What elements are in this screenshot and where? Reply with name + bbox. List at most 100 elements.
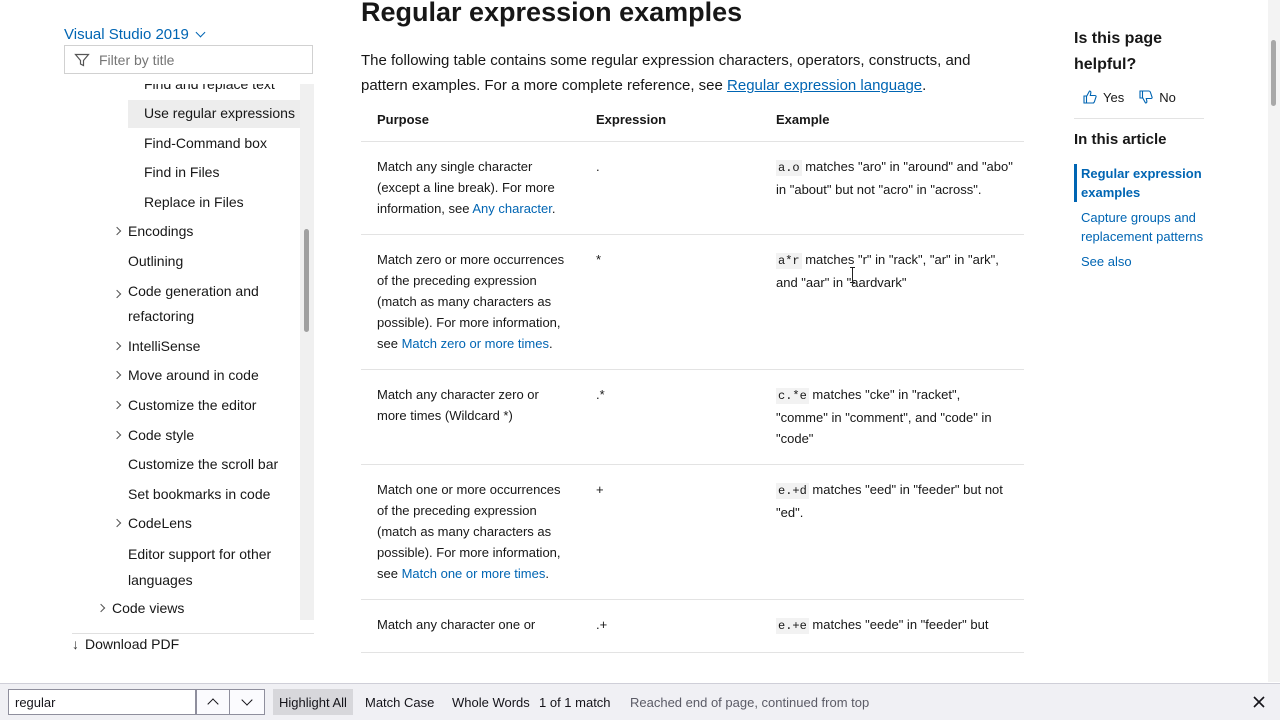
find-next-button[interactable] bbox=[230, 689, 265, 715]
table-row: Match one or more occurrences of the pre… bbox=[361, 464, 1024, 600]
toc-item-label: Code generation and bbox=[128, 283, 259, 299]
chevron-right-icon bbox=[112, 430, 122, 440]
toc-item-customize-the-editor[interactable]: Customize the editor bbox=[112, 397, 256, 413]
toc-item-find-and-replace-text[interactable]: Find and replace text bbox=[144, 84, 275, 92]
regex-language-link[interactable]: Regular expression language bbox=[727, 77, 922, 94]
purpose-link[interactable]: Match one or more times bbox=[402, 566, 546, 581]
toc-item-set-bookmarks-in-code[interactable]: Set bookmarks in code bbox=[128, 486, 270, 502]
find-previous-button[interactable] bbox=[196, 689, 230, 715]
intro-end: . bbox=[922, 77, 927, 94]
example-code: a*r bbox=[776, 253, 802, 269]
article-link-capture-groups[interactable]: Capture groups and replacement patterns bbox=[1074, 208, 1209, 246]
toc-item-code-views[interactable]: Code views bbox=[96, 600, 184, 616]
toc-item-find-in-files[interactable]: Find in Files bbox=[144, 164, 219, 180]
toc-item-replace-in-files[interactable]: Replace in Files bbox=[144, 194, 244, 210]
toc-item-code-style[interactable]: Code style bbox=[112, 427, 195, 443]
in-this-article-heading: In this article bbox=[1074, 131, 1167, 148]
regex-examples-table: Purpose Expression Example Match any sin… bbox=[361, 104, 1024, 653]
article-link-see-also[interactable]: See also bbox=[1074, 252, 1209, 271]
table-row: Match any character one or .+ e.+e match… bbox=[361, 599, 1024, 653]
chevron-right-icon bbox=[112, 400, 122, 410]
expression-cell: .* bbox=[580, 369, 760, 465]
toc-item-label: Use regular expressions bbox=[144, 105, 295, 121]
chevron-right-icon bbox=[112, 370, 122, 380]
article-link-regex-examples[interactable]: Regular expression examples bbox=[1074, 164, 1209, 202]
find-bar: Highlight All Match Case Whole Words 1 o… bbox=[0, 683, 1280, 720]
chevron-right-icon bbox=[96, 603, 106, 613]
chevron-down-icon bbox=[241, 694, 253, 706]
toc-item-label: Code style bbox=[128, 427, 195, 443]
find-input[interactable] bbox=[8, 689, 196, 715]
toc-item-label: IntelliSense bbox=[128, 338, 201, 354]
toc-item-code-generation[interactable]: Code generation and refactoring bbox=[112, 283, 259, 329]
text-cursor-icon bbox=[850, 267, 856, 283]
example-text: matches "r" in "rack", "ar" in "ark", an… bbox=[776, 252, 999, 290]
example-cell: c.*e matches "cke" in "racket", "comme" … bbox=[760, 369, 1024, 465]
no-button[interactable]: No bbox=[1138, 89, 1176, 105]
close-icon[interactable] bbox=[1250, 693, 1268, 711]
highlight-all-label: Highlight All bbox=[279, 694, 347, 710]
whole-words-toggle[interactable]: Whole Words bbox=[452, 695, 530, 710]
toc-scrollbar[interactable] bbox=[300, 84, 314, 620]
yes-label: Yes bbox=[1103, 89, 1125, 105]
table-row: Match any single character (except a lin… bbox=[361, 141, 1024, 235]
purpose-cell: Match any single character (except a lin… bbox=[361, 141, 580, 235]
example-cell: e.+d matches "eed" in "feeder" but not "… bbox=[760, 464, 1024, 600]
example-code: c.*e bbox=[776, 388, 809, 404]
chevron-right-icon bbox=[112, 289, 122, 299]
purpose-cell: Match any character zero or more times (… bbox=[361, 369, 580, 465]
page-scrollbar[interactable] bbox=[1268, 0, 1280, 682]
toc-item-label: Outlining bbox=[128, 253, 184, 269]
expression-cell: .+ bbox=[580, 599, 760, 653]
toc-item-editor-support[interactable]: Editor support for other languages bbox=[128, 545, 271, 593]
purpose-end: . bbox=[551, 201, 556, 216]
toc-item-label: Set bookmarks in code bbox=[128, 486, 271, 502]
match-case-toggle[interactable]: Match Case bbox=[365, 695, 434, 710]
no-label: No bbox=[1159, 89, 1176, 105]
example-text: matches "aro" in "around" and "abo" in "… bbox=[776, 159, 1013, 197]
toc-item-outlining[interactable]: Outlining bbox=[128, 253, 183, 269]
table-header-row: Purpose Expression Example bbox=[361, 104, 1024, 142]
purpose-link[interactable]: Any character bbox=[472, 201, 552, 216]
version-label: Visual Studio 2019 bbox=[64, 26, 189, 43]
toc-tree: Find and replace text Use regular expres… bbox=[64, 84, 300, 620]
toc-item-label: Encodings bbox=[128, 223, 194, 239]
toc-item-find-command-box[interactable]: Find-Command box bbox=[144, 135, 267, 151]
example-cell: a*r matches "r" in "rack", "ar" in "ark"… bbox=[760, 234, 1024, 370]
toc-item-intellisense[interactable]: IntelliSense bbox=[112, 338, 201, 354]
table-row: Match zero or more occurrences of the pr… bbox=[361, 234, 1024, 370]
purpose-cell: Match any character one or bbox=[361, 599, 580, 653]
toc-item-encodings[interactable]: Encodings bbox=[112, 223, 194, 239]
purpose-text: Match any character zero or more times (… bbox=[377, 387, 539, 423]
page-scrollbar-thumb[interactable] bbox=[1271, 40, 1276, 106]
toc-item-label-line2: refactoring bbox=[128, 308, 195, 324]
filter-input[interactable] bbox=[99, 51, 299, 68]
purpose-link[interactable]: Match zero or more times bbox=[402, 336, 549, 351]
toc-scrollbar-thumb[interactable] bbox=[304, 229, 309, 332]
toc-item-codelens[interactable]: CodeLens bbox=[112, 515, 192, 531]
toc-item-use-regular-expressions[interactable]: Use regular expressions bbox=[144, 105, 295, 121]
purpose-cell: Match one or more occurrences of the pre… bbox=[361, 464, 580, 600]
download-pdf-link[interactable]: ↓ Download PDF bbox=[72, 633, 314, 652]
example-text: matches "eed" in "feeder" but not "ed". bbox=[776, 482, 1003, 520]
version-selector[interactable]: Visual Studio 2019 bbox=[64, 26, 206, 43]
highlight-all-toggle[interactable]: Highlight All bbox=[273, 689, 353, 715]
toc-item-label: Find and replace text bbox=[144, 84, 275, 92]
match-case-label: Match Case bbox=[365, 695, 435, 710]
find-status-message: Reached end of page, continued from top bbox=[630, 695, 870, 710]
chevron-up-icon bbox=[207, 698, 219, 710]
chevron-down-icon bbox=[195, 27, 206, 38]
toc-item-move-around-in-code[interactable]: Move around in code bbox=[112, 367, 259, 383]
toc-item-customize-the-scroll-bar[interactable]: Customize the scroll bar bbox=[128, 456, 278, 472]
yes-button[interactable]: Yes bbox=[1082, 89, 1124, 105]
example-code: a.o bbox=[776, 160, 802, 176]
page-title: Regular expression examples bbox=[361, 0, 743, 27]
purpose-end: . bbox=[548, 336, 553, 351]
example-text: matches "cke" in "racket", "comme" in "c… bbox=[776, 387, 992, 446]
chevron-right-icon bbox=[112, 226, 122, 236]
thumbs-down-icon bbox=[1139, 90, 1153, 104]
filter-box[interactable] bbox=[64, 45, 313, 74]
expression-cell: . bbox=[580, 141, 760, 235]
filter-icon bbox=[74, 53, 90, 66]
example-code: e.+d bbox=[776, 483, 809, 499]
